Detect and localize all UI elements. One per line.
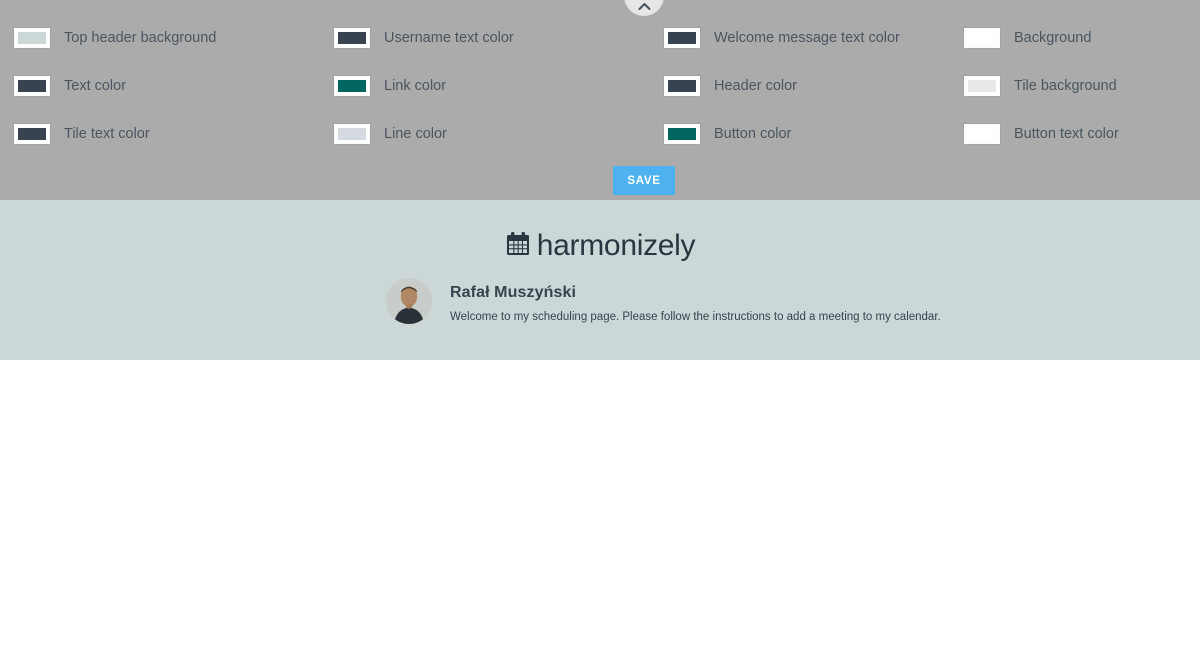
color-swatch-label: Background (1014, 30, 1092, 46)
color-swatch-button[interactable] (334, 124, 370, 144)
color-swatch-button[interactable] (664, 28, 700, 48)
color-swatch-button[interactable] (664, 76, 700, 96)
color-swatch-fill (338, 32, 366, 44)
preview-top-header: harmonizely Rafał Muszyński Welcome to m… (0, 200, 1200, 360)
color-swatch-button[interactable] (964, 76, 1000, 96)
color-swatch-label: Line color (384, 126, 447, 142)
color-swatch-button[interactable] (964, 28, 1000, 48)
color-swatch-label: Text color (64, 78, 127, 94)
swatch-row: Line color (334, 110, 664, 158)
avatar (386, 278, 432, 324)
color-swatch-label: Tile background (1014, 78, 1117, 94)
color-swatch-button[interactable] (14, 28, 50, 48)
swatch-row: Text color (14, 62, 334, 110)
color-swatch-button[interactable] (14, 76, 50, 96)
color-swatch-button[interactable] (334, 76, 370, 96)
color-swatch-grid: Top header background Username text color… (0, 14, 1200, 158)
color-swatch-button[interactable] (964, 124, 1000, 144)
swatch-row: Tile text color (14, 110, 334, 158)
swatch-row: Button color (664, 110, 964, 158)
swatch-row: Welcome message text color (664, 14, 964, 62)
color-swatch-fill (338, 128, 366, 140)
swatch-row: Username text color (334, 14, 664, 62)
color-swatch-fill (668, 80, 696, 92)
swatch-row: Header color (664, 62, 964, 110)
color-swatch-fill (968, 32, 996, 44)
color-swatch-label: Welcome message text color (714, 30, 900, 46)
swatch-row: Tile background (964, 62, 1200, 110)
swatch-row: Button text color (964, 110, 1200, 158)
color-swatch-label: Link color (384, 78, 447, 94)
color-swatch-fill (668, 32, 696, 44)
profile-block: Rafał Muszyński Welcome to my scheduling… (386, 278, 941, 324)
swatch-row: Background (964, 14, 1200, 62)
color-swatch-label: Header color (714, 78, 798, 94)
color-swatch-label: Top header background (64, 30, 217, 46)
color-swatch-fill (18, 128, 46, 140)
brand-name: harmonizely (536, 229, 696, 262)
preview-content: Back to Meeting Types My example meeting… (0, 360, 1200, 664)
color-swatch-button[interactable] (334, 28, 370, 48)
color-swatch-button[interactable] (664, 124, 700, 144)
brand-logo: harmonizely (0, 229, 1200, 263)
save-button[interactable]: SAVE (613, 166, 675, 195)
color-swatch-fill (968, 80, 996, 92)
color-swatch-label: Tile text color (64, 126, 150, 142)
color-swatch-button[interactable] (14, 124, 50, 144)
chevron-up-icon (638, 2, 651, 11)
color-swatch-fill (668, 128, 696, 140)
profile-welcome-message: Welcome to my scheduling page. Please fo… (450, 311, 941, 323)
profile-name: Rafał Muszyński (450, 284, 576, 301)
color-swatch-fill (18, 80, 46, 92)
color-swatch-fill (338, 80, 366, 92)
color-swatch-label: Button color (714, 126, 792, 142)
calendar-icon (505, 231, 531, 262)
swatch-row: Top header background (14, 14, 334, 62)
color-swatch-fill (18, 32, 46, 44)
theme-editor-panel: Top header background Username text color… (0, 0, 1200, 200)
color-swatch-label: Button text color (1014, 126, 1119, 142)
swatch-row: Link color (334, 62, 664, 110)
color-swatch-fill (968, 128, 996, 140)
color-swatch-label: Username text color (384, 30, 514, 46)
